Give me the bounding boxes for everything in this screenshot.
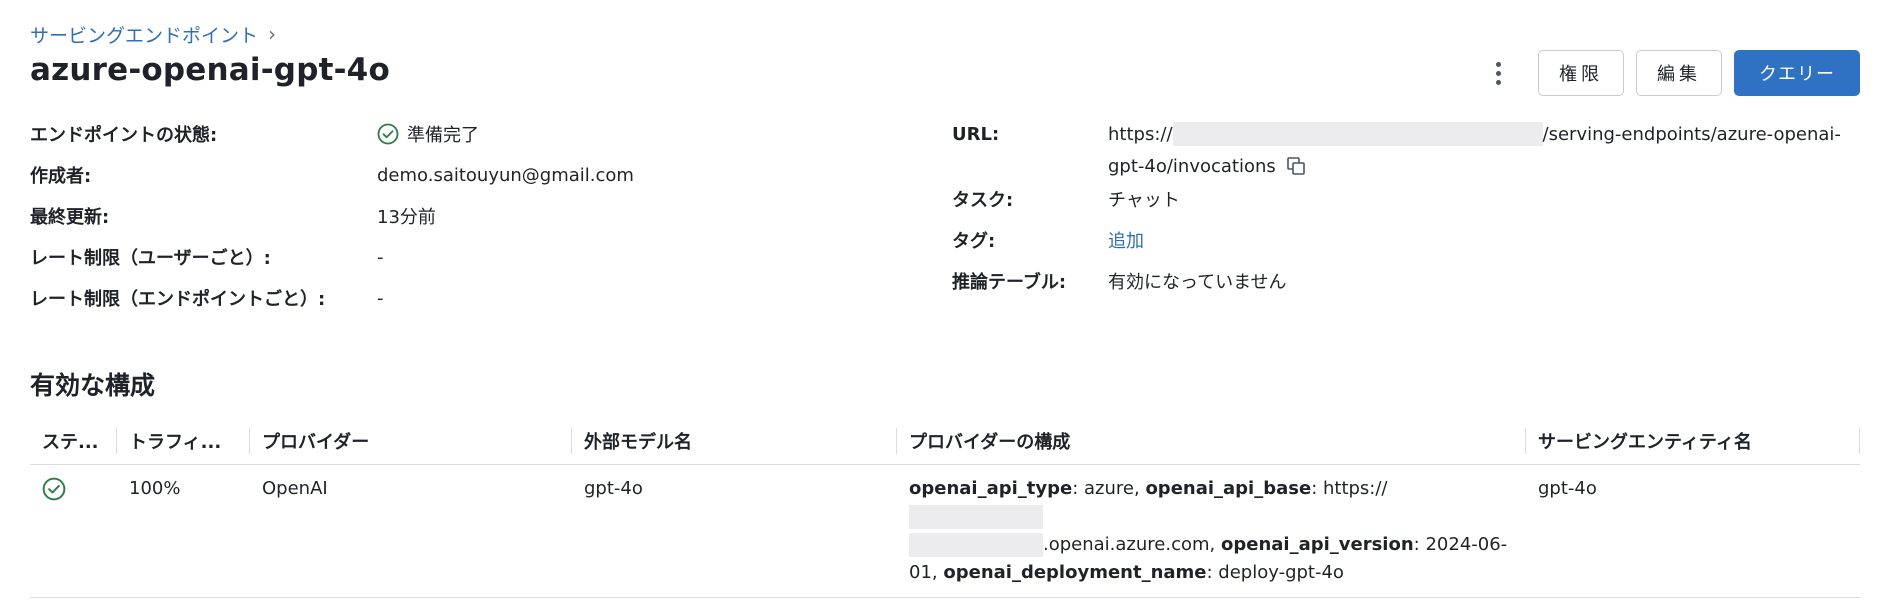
url-value-line2: gpt-4o/invocations [1108, 152, 1306, 180]
detail-task-label: タスク: [952, 190, 1014, 211]
page-title: azure-openai-gpt-4o [30, 52, 390, 88]
redacted-host [909, 505, 1043, 529]
cell-status [30, 464, 117, 598]
table-row: 100% OpenAI gpt-4o openai_api_type: azur… [30, 464, 1860, 598]
rate-endpoint-value: - [377, 287, 384, 309]
updated-value: 13分前 [377, 207, 436, 228]
cell-traffic: 100% [117, 464, 250, 598]
table-header-row: ステ... トラフィ... プロバイダー 外部モデル名 プロバイダーの構成 サー… [30, 418, 1860, 465]
detail-label: 最終更新: [30, 207, 110, 228]
cell-model: gpt-4o [572, 464, 897, 598]
detail-inference-label: 推論テーブル: [952, 272, 1067, 293]
add-tag-link[interactable]: 追加 [1108, 226, 1144, 254]
detail-label: 作成者: [30, 166, 92, 187]
config-table: ステ... トラフィ... プロバイダー 外部モデル名 プロバイダーの構成 サー… [30, 418, 1860, 598]
col-status[interactable]: ステ... [30, 418, 117, 465]
permissions-button[interactable]: 権限 [1538, 50, 1624, 96]
status-text: 準備完了 [407, 125, 479, 146]
detail-rate-endpoint-row: レート制限（エンドポイントごと）: [30, 284, 325, 312]
detail-url-label: URL: [952, 123, 1000, 145]
query-button[interactable]: クエリー [1734, 50, 1860, 96]
header-actions: 権限 編集 クエリー [1484, 50, 1860, 96]
col-provider-config[interactable]: プロバイダーの構成 [897, 418, 1526, 465]
redacted-host [909, 533, 1043, 557]
col-model[interactable]: 外部モデル名 [572, 418, 897, 465]
detail-label: エンドポイントの状態: [30, 125, 218, 146]
rate-user-value: - [377, 246, 384, 268]
col-entity[interactable]: サービングエンティティ名 [1526, 418, 1860, 465]
copy-icon[interactable] [1286, 156, 1306, 176]
inference-value: 有効になっていません [1108, 272, 1287, 293]
breadcrumb: サービングエンドポイント › [30, 20, 276, 48]
breadcrumb-serving-endpoints[interactable]: サービングエンドポイント [30, 21, 258, 48]
kebab-menu-icon[interactable] [1484, 51, 1512, 95]
check-circle-icon [377, 123, 399, 145]
creator-value: demo.saitouyun@gmail.com [377, 164, 634, 186]
cell-provider-config: openai_api_type: azure, openai_api_base:… [897, 464, 1526, 598]
detail-rate-user-row: レート制限（ユーザーごと）: [30, 243, 271, 271]
detail-updated-row: 最終更新: [30, 202, 109, 230]
detail-status-value: 準備完了 [377, 120, 479, 148]
detail-status-row: エンドポイントの状態: [30, 120, 217, 148]
task-value: チャット [1108, 190, 1180, 211]
section-title: 有効な構成 [30, 371, 156, 400]
cell-provider: OpenAI [250, 464, 572, 598]
col-provider[interactable]: プロバイダー [250, 418, 572, 465]
detail-label: レート制限（ユーザーごと）: [30, 248, 271, 269]
chevron-right-icon: › [268, 22, 277, 46]
detail-tags-label: タグ: [952, 231, 996, 252]
detail-label: レート制限（エンドポイントごと）: [30, 289, 326, 310]
cell-entity: gpt-4o [1526, 464, 1860, 598]
check-circle-icon [42, 477, 66, 501]
detail-creator-row: 作成者: [30, 161, 91, 189]
edit-button[interactable]: 編集 [1636, 50, 1722, 96]
url-value-line1: https:// /serving-endpoints/azure-openai… [1108, 122, 1841, 146]
endpoint-page: サービングエンドポイント › azure-openai-gpt-4o 権限 編集… [30, 0, 1860, 616]
redacted-host [1172, 122, 1543, 146]
col-traffic[interactable]: トラフィ... [117, 418, 250, 465]
